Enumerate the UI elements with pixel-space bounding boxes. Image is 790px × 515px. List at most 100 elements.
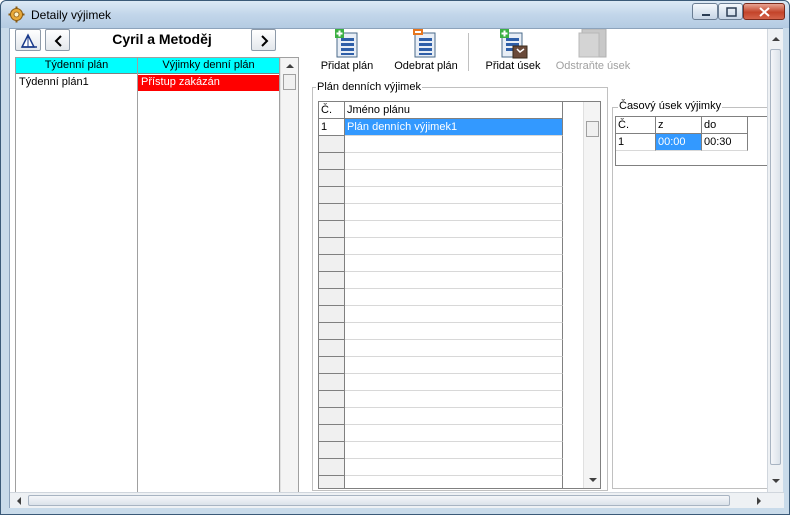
scroll-thumb[interactable]: [283, 74, 296, 90]
scroll-thumb[interactable]: [28, 495, 730, 506]
weekly-plan-grid: Týdenní plán Výjimky denní plán Týdenní …: [15, 57, 299, 508]
plan-name-cell[interactable]: [345, 476, 563, 488]
window: Detaily výjimek Cyril a Metoděj Týdenní …: [0, 0, 790, 515]
column-header-number[interactable]: Č.: [319, 102, 345, 119]
plan-name-cell[interactable]: [345, 459, 563, 476]
minimize-button[interactable]: [692, 3, 718, 20]
plan-name-cell[interactable]: [345, 255, 563, 272]
scroll-thumb[interactable]: [586, 121, 599, 137]
maximize-icon: [726, 7, 737, 17]
previous-person-button[interactable]: [45, 29, 70, 51]
row-header[interactable]: [319, 391, 345, 408]
close-button[interactable]: [743, 3, 785, 20]
add-plan-icon: [335, 29, 358, 58]
time-segment-grid: Č. z do 1 00:00 00:30: [615, 116, 767, 166]
scroll-thumb[interactable]: [770, 49, 781, 465]
plan-name-cell[interactable]: [345, 340, 563, 357]
column-header-plan-name[interactable]: Jméno plánu: [345, 102, 563, 119]
row-header[interactable]: [319, 187, 345, 204]
window-title: Detaily výjimek: [31, 8, 112, 22]
plan-name-cell[interactable]: Plán denních výjimek1: [345, 119, 563, 136]
remove-segment-icon: [578, 29, 607, 58]
plan-name-cell[interactable]: [345, 391, 563, 408]
left-grid-scrollbar[interactable]: [280, 58, 298, 506]
remove-segment-button[interactable]: Odstraňte úsek: [552, 29, 634, 77]
exception-plan-cell[interactable]: Přístup zakázán: [138, 75, 279, 91]
row-header[interactable]: [319, 459, 345, 476]
close-icon: [759, 7, 770, 17]
row-header[interactable]: [319, 221, 345, 238]
plan-name-cell[interactable]: [345, 425, 563, 442]
column-header-from[interactable]: z: [656, 117, 702, 134]
row-header[interactable]: [319, 272, 345, 289]
weekly-plan-cell[interactable]: Týdenní plán1: [16, 75, 137, 91]
row-header[interactable]: [319, 153, 345, 170]
daily-plan-group-label: Plán denních výjimek: [316, 81, 422, 93]
plan-name-cell[interactable]: [345, 170, 563, 187]
plan-name-cell[interactable]: [345, 323, 563, 340]
row-header[interactable]: [319, 323, 345, 340]
person-select-icon: [20, 33, 37, 48]
plan-name-cell[interactable]: [345, 238, 563, 255]
add-plan-button[interactable]: Přidat plán: [318, 29, 376, 77]
scroll-up-icon: [286, 64, 294, 68]
window-horizontal-scrollbar[interactable]: [10, 492, 784, 508]
column-header-number[interactable]: Č.: [616, 117, 656, 134]
plan-name-cell[interactable]: [345, 442, 563, 459]
scroll-left-icon: [17, 497, 21, 505]
row-header[interactable]: [319, 238, 345, 255]
row-header[interactable]: [319, 374, 345, 391]
chevron-right-icon: [261, 35, 269, 47]
title-bar[interactable]: Detaily výjimek: [1, 1, 789, 28]
row-header[interactable]: [319, 255, 345, 272]
add-plan-label: Přidat plán: [320, 60, 374, 72]
scroll-up-icon: [772, 37, 780, 41]
add-segment-button[interactable]: Přidat úsek: [484, 29, 542, 77]
column-header-weekly-plan[interactable]: Týdenní plán: [16, 58, 138, 74]
plan-name-cell[interactable]: [345, 357, 563, 374]
row-header[interactable]: [319, 340, 345, 357]
plan-name-cell[interactable]: [345, 136, 563, 153]
plan-name-cell[interactable]: [345, 187, 563, 204]
time-segment-group-label: Časový úsek výjimky: [618, 100, 723, 112]
plan-name-cell[interactable]: [345, 221, 563, 238]
segment-number-cell[interactable]: 1: [616, 134, 656, 151]
plan-name-cell[interactable]: [345, 272, 563, 289]
remove-plan-icon: [413, 29, 436, 58]
row-header[interactable]: [319, 289, 345, 306]
row-header[interactable]: [319, 204, 345, 221]
row-header[interactable]: [319, 306, 345, 323]
scroll-down-icon: [772, 479, 780, 483]
chevron-left-icon: [54, 35, 62, 47]
column-header-exception-plan[interactable]: Výjimky denní plán: [138, 58, 280, 74]
window-vertical-scrollbar[interactable]: [767, 29, 783, 492]
remove-plan-label: Odebrat plán: [394, 60, 458, 72]
plan-name-cell[interactable]: [345, 289, 563, 306]
remove-plan-button[interactable]: Odebrat plán: [394, 29, 458, 77]
plan-name-cell[interactable]: [345, 153, 563, 170]
segment-from-cell[interactable]: 00:00: [656, 134, 702, 151]
person-navigator: Cyril a Metoděj: [15, 29, 279, 54]
remove-segment-label: Odstraňte úsek: [555, 60, 631, 72]
row-header[interactable]: [319, 357, 345, 374]
next-person-button[interactable]: [251, 29, 276, 51]
daily-plan-scrollbar[interactable]: [583, 102, 600, 488]
column-header-to[interactable]: do: [702, 117, 748, 134]
select-person-button[interactable]: [15, 29, 41, 51]
plan-name-cell[interactable]: [345, 306, 563, 323]
plan-name-cell[interactable]: [345, 204, 563, 221]
row-header[interactable]: [319, 476, 345, 488]
row-header[interactable]: 1: [319, 119, 345, 136]
maximize-button[interactable]: [718, 3, 743, 20]
segment-to-cell[interactable]: 00:30: [702, 134, 748, 151]
row-header[interactable]: [319, 408, 345, 425]
plan-name-cell[interactable]: [345, 408, 563, 425]
person-name: Cyril a Metoděj: [112, 31, 212, 47]
row-header[interactable]: [319, 170, 345, 187]
row-header[interactable]: [319, 136, 345, 153]
row-header[interactable]: [319, 425, 345, 442]
add-segment-icon: [500, 29, 528, 59]
scroll-right-icon: [757, 497, 761, 505]
row-header[interactable]: [319, 442, 345, 459]
plan-name-cell[interactable]: [345, 374, 563, 391]
